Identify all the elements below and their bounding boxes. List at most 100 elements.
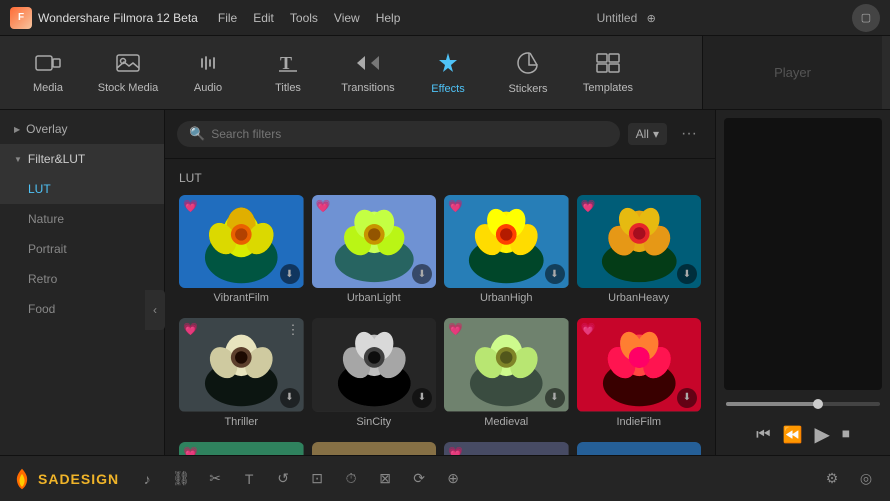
toolbar-transitions[interactable]: Transitions [328,38,408,108]
sidebar-lut[interactable]: LUT [0,174,164,204]
lut-item-medieval[interactable]: 💗 ⬇ Medieval [444,318,569,427]
effects-icon [434,51,462,79]
download-icon: ⬇ [545,264,565,284]
player-panel: ⏮ ⏪ ▶ ⏹ [715,110,890,455]
lut-item-row3a[interactable]: 💗 ⬇ [179,442,304,455]
lut-thumb-row3d: ⬇ [577,442,702,455]
sidebar-collapse-button[interactable]: ‹ [145,290,165,330]
menu-view[interactable]: View [334,11,360,25]
bottom-add-button[interactable]: ⊕ [439,465,467,493]
sidebar-retro[interactable]: Retro [0,264,164,294]
sidebar-food-label: Food [28,302,55,316]
toolbar-effects[interactable]: Effects [408,38,488,108]
content-scroll[interactable]: LUT [165,159,715,455]
sidebar-food[interactable]: Food [0,294,164,324]
sidebar-filterlut-label: Filter&LUT [28,152,85,166]
lut-thumb-urbanlight: 💗 ⬇ [312,195,437,288]
toolbar-titles[interactable]: T Titles [248,38,328,108]
lut-item-indiefilm[interactable]: 💗 ⬇ IndieFilm [577,318,702,427]
sidebar-overlay[interactable]: ▶ Overlay [0,114,164,144]
more-icon: ⋮ [287,322,300,338]
player-title-area: Player [702,36,882,109]
bottom-music-button[interactable]: ♪ [133,465,161,493]
toolbar-stickers[interactable]: Stickers [488,38,568,108]
menu-edit[interactable]: Edit [253,11,274,25]
bottom-settings-button[interactable]: ⚙ [818,465,846,493]
title-center: Untitled ⊕ [412,11,840,25]
download-icon: ⬇ [412,388,432,408]
lut-thumb-row3a: 💗 ⬇ [179,442,304,455]
lut-label-vibrant: VibrantFilm [179,292,304,304]
lut-item-row3d[interactable]: ⬇ [577,442,702,455]
bottom-link-button[interactable]: ⛓ [167,465,195,493]
volume-slider[interactable] [726,402,880,406]
more-options-button[interactable]: ··· [675,120,703,148]
player-label: Player [774,65,811,80]
heart-icon: 💗 [581,322,596,336]
stop-button[interactable]: ⏹ [842,426,850,444]
chevron-down-icon: ▼ [14,155,22,164]
sidebar-portrait-label: Portrait [28,242,67,256]
lut-item-row3b[interactable]: ⬇ [312,442,437,455]
lut-item-urbanheavy[interactable]: 💗 ⬇ UrbanHeavy [577,195,702,304]
titlebar-controls: ▢ [852,4,880,32]
lut-item-urbanlight[interactable]: 💗 ⬇ UrbanLight [312,195,437,304]
lut-grid-row2: 💗 ⋮ ⬇ Thriller [179,318,701,427]
lut-label-sincity: SinCity [312,416,437,428]
heart-icon: 💗 [316,199,331,213]
stickers-icon [515,51,541,79]
step-back-button[interactable]: ⏪ [783,425,803,445]
window-title: Untitled [597,11,638,25]
bottom-scene-button[interactable]: ⊠ [371,465,399,493]
menu-tools[interactable]: Tools [290,11,318,25]
toolbar-transitions-label: Transitions [341,82,394,94]
templates-icon [595,52,621,78]
search-input[interactable] [211,127,607,141]
lut-thumb-sincity: ⬇ [312,318,437,411]
bottom-crop-button[interactable]: ⊡ [303,465,331,493]
toolbar-titles-label: Titles [275,82,301,94]
lut-label-urbanhigh: UrbanHigh [444,292,569,304]
maximize-button[interactable]: ▢ [852,4,880,32]
toolbar-stock[interactable]: Stock Media [88,38,168,108]
rewind-button[interactable]: ⏮ [756,426,770,444]
bottom-cut-button[interactable]: ✂ [201,465,229,493]
svg-text:T: T [280,53,292,73]
download-icon: ⬇ [280,388,300,408]
download-icon: ⬇ [677,388,697,408]
bottom-camera-button[interactable]: ◎ [852,465,880,493]
lut-thumb-vibrant: 💗 ⬇ [179,195,304,288]
lut-thumb-indiefilm: 💗 ⬇ [577,318,702,411]
filter-chevron-icon: ▾ [653,127,659,141]
search-icon: 🔍 [189,126,205,142]
lut-grid-row1: 💗 ⬇ VibrantFilm [179,195,701,304]
lut-item-vibrant[interactable]: 💗 ⬇ VibrantFilm [179,195,304,304]
play-button[interactable]: ▶ [814,422,829,447]
bottom-text-button[interactable]: T [235,465,263,493]
bottom-timer-button[interactable]: ⏱ [337,465,365,493]
menu-file[interactable]: File [218,11,237,25]
menu-help[interactable]: Help [376,11,401,25]
toolbar-audio[interactable]: Audio [168,38,248,108]
sidebar-portrait[interactable]: Portrait [0,234,164,264]
bottom-undo-button[interactable]: ↺ [269,465,297,493]
sidebar-nature-label: Nature [28,212,64,226]
lut-item-urbanhigh[interactable]: 💗 ⬇ UrbanHigh [444,195,569,304]
lut-item-row3c[interactable]: 💗 ⬇ [444,442,569,455]
toolbar-effects-label: Effects [431,83,464,95]
toolbar-media[interactable]: Media [8,38,88,108]
download-icon: ⬇ [545,388,565,408]
search-input-wrap[interactable]: 🔍 [177,121,620,147]
filter-dropdown[interactable]: All ▾ [628,123,667,145]
flame-icon [10,467,34,491]
toolbar-templates[interactable]: Templates [568,38,648,108]
app-logo: F Wondershare Filmora 12 Beta [10,7,198,29]
volume-row [716,398,890,414]
sidebar-filter-lut[interactable]: ▼ Filter&LUT [0,144,164,174]
sidebar-nature[interactable]: Nature [0,204,164,234]
lut-item-sincity[interactable]: ⬇ SinCity [312,318,437,427]
bottom-refresh-button[interactable]: ⟳ [405,465,433,493]
lut-item-thriller[interactable]: 💗 ⋮ ⬇ Thriller [179,318,304,427]
transitions-icon [353,52,383,78]
filter-value: All [636,127,649,141]
